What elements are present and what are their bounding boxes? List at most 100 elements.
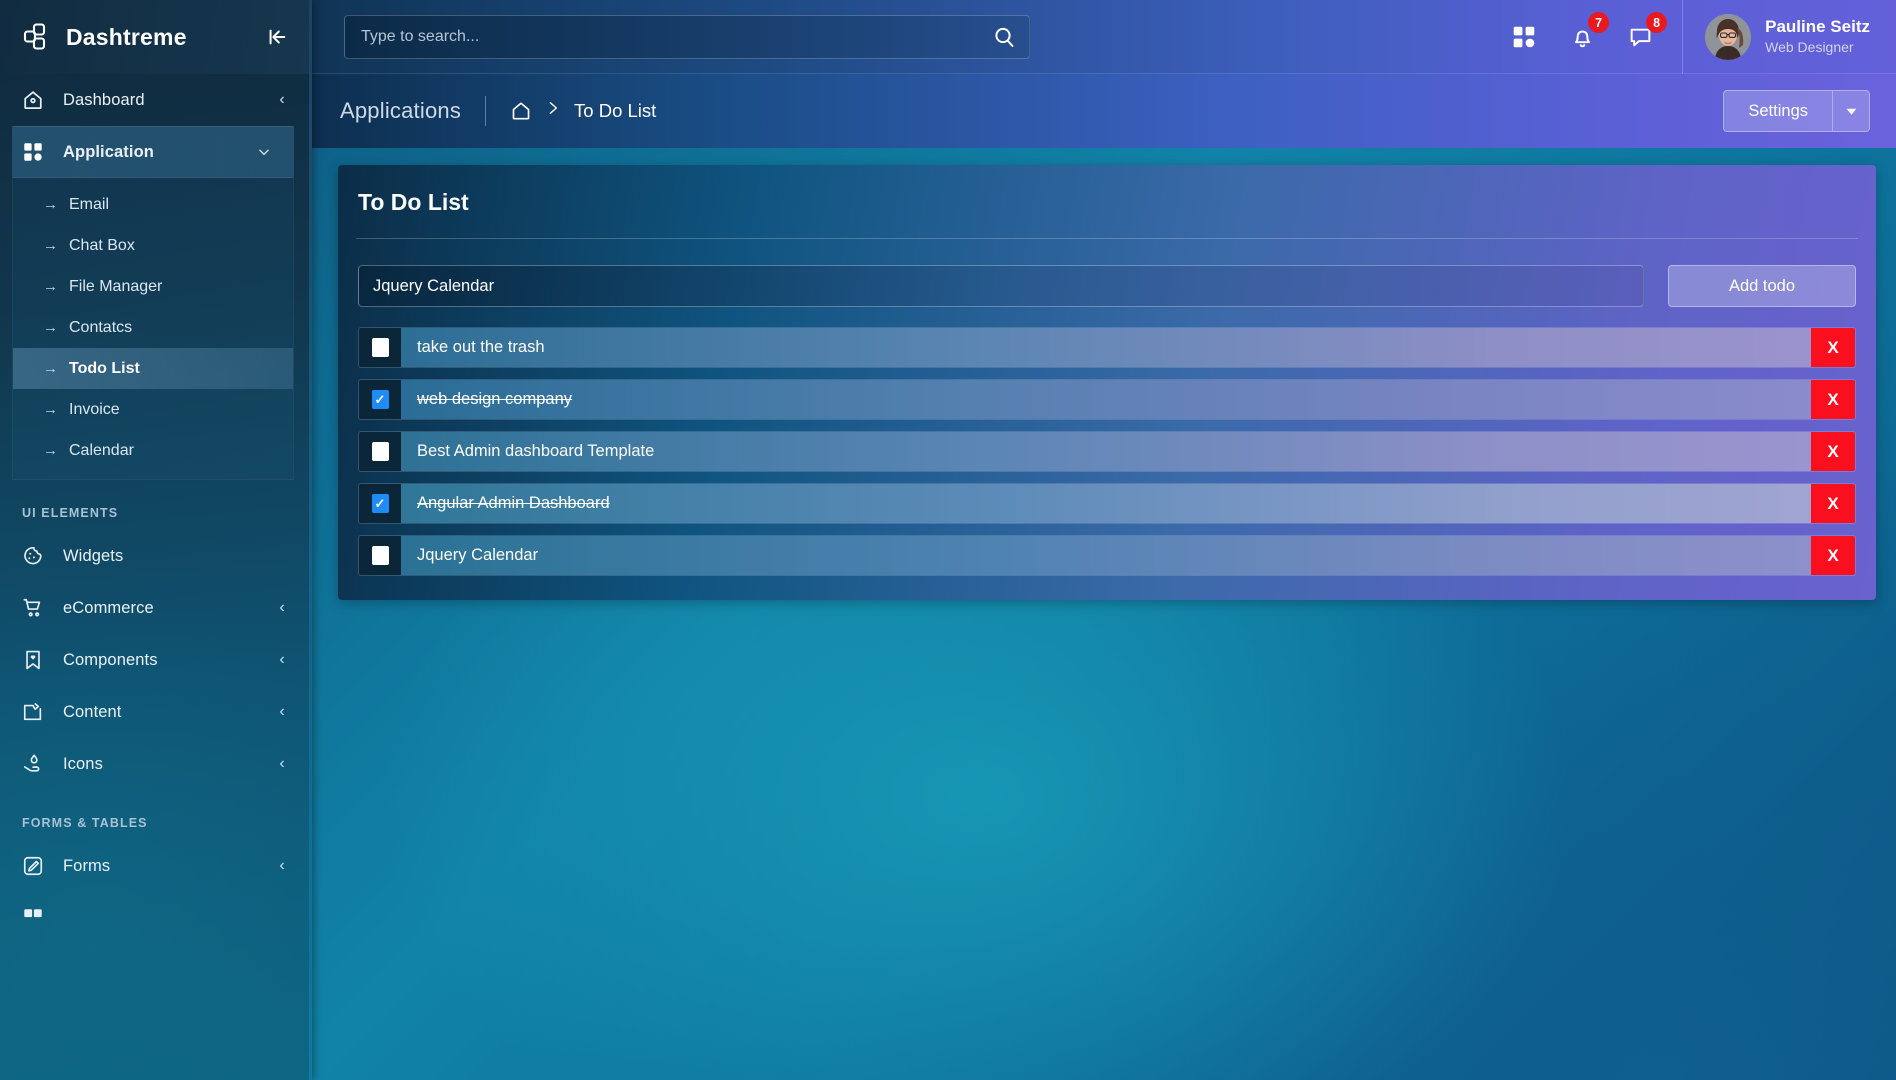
chevron-left-icon: ‹: [279, 703, 285, 720]
sidebar-subitem-label: Calendar: [69, 441, 134, 459]
page-title: Applications: [340, 98, 462, 123]
user-meta: Pauline Seitz Web Designer: [1765, 16, 1870, 58]
sidebar-item-content[interactable]: Content ‹: [0, 686, 312, 738]
todo-text: web design company: [417, 390, 573, 408]
chevron-right-icon: [545, 98, 561, 124]
todo-checkbox[interactable]: [371, 338, 389, 357]
todo-checkbox[interactable]: [371, 546, 389, 565]
todo-add-form: Add todo: [338, 239, 1876, 307]
todo-delete-button[interactable]: X: [1811, 536, 1855, 575]
search-input[interactable]: [345, 16, 979, 58]
todo-checkbox[interactable]: [371, 442, 389, 461]
user-profile[interactable]: Pauline Seitz Web Designer: [1683, 0, 1896, 74]
pencil-square-icon: [22, 855, 50, 877]
search-bar[interactable]: [344, 15, 1030, 59]
sidebar-subitem-contacts[interactable]: → Contatcs: [13, 307, 293, 348]
breadcrumb-divider: [485, 96, 487, 126]
grid-apps-icon: [22, 141, 50, 163]
arrow-right-icon: →: [43, 278, 58, 295]
chevron-left-icon: ‹: [279, 755, 285, 772]
todo-delete-button[interactable]: X: [1811, 328, 1855, 367]
sidebar-nav: Dashboard ‹ Application → Email → Chat B…: [0, 74, 312, 1080]
todo-input[interactable]: [358, 265, 1644, 307]
sidebar-subitem-label: Email: [69, 195, 110, 213]
todo-delete-button[interactable]: X: [1811, 484, 1855, 523]
sidebar-item-label: Icons: [63, 754, 103, 773]
sidebar-subitem-calendar[interactable]: → Calendar: [13, 430, 293, 471]
main-area: 7 8: [312, 0, 1896, 1080]
breadcrumb-bar: Applications To Do List Settings: [312, 74, 1896, 148]
todo-delete-button[interactable]: X: [1811, 432, 1855, 471]
bell-badge: 7: [1588, 12, 1610, 33]
app-root: Dashtreme Dashboard ‹ Application → Emai…: [0, 0, 1896, 1080]
sidebar-subitem-label: Contatcs: [69, 318, 133, 336]
home-icon[interactable]: [510, 100, 532, 122]
todo-card-title: To Do List: [356, 165, 1858, 239]
bell-icon[interactable]: 7: [1566, 12, 1610, 53]
user-avatar: [1705, 14, 1752, 60]
sidebar-item-dashboard[interactable]: Dashboard ‹: [0, 74, 312, 126]
todo-delete-button[interactable]: X: [1811, 380, 1855, 419]
todo-checkbox-cell[interactable]: [359, 536, 401, 575]
grid-apps-icon[interactable]: [1508, 21, 1540, 53]
todo-label-cell[interactable]: Best Admin dashboard Template: [401, 432, 1811, 471]
arrow-right-icon: →: [43, 401, 58, 418]
message-icon[interactable]: 8: [1624, 12, 1668, 53]
todo-label-cell[interactable]: Jquery Calendar: [401, 536, 1811, 575]
search-icon[interactable]: [979, 16, 1029, 58]
arrow-right-icon: →: [43, 442, 58, 459]
sidebar-item-tables-partial[interactable]: [0, 892, 312, 944]
todo-checkbox-cell[interactable]: ✓: [359, 484, 401, 523]
message-badge: 8: [1646, 12, 1668, 33]
todo-row: take out the trash X: [358, 327, 1856, 368]
sidebar-item-forms[interactable]: Forms ‹: [0, 840, 312, 892]
chevron-left-icon: ‹: [279, 599, 285, 616]
content-folder-icon: [22, 701, 50, 723]
arrow-right-icon: →: [43, 319, 58, 336]
sidebar-item-application[interactable]: Application: [12, 126, 294, 178]
todo-checkbox-cell[interactable]: [359, 328, 401, 367]
sidebar-item-components[interactable]: Components ‹: [0, 634, 312, 686]
todo-text: take out the trash: [417, 338, 545, 356]
sidebar: Dashtreme Dashboard ‹ Application → Emai…: [0, 0, 312, 1080]
settings-button[interactable]: Settings: [1723, 90, 1832, 132]
todo-checkbox-cell[interactable]: [359, 432, 401, 471]
sidebar-item-widgets[interactable]: Widgets: [0, 530, 312, 582]
brand-name: Dashtreme: [66, 23, 187, 50]
todo-text: Angular Admin Dashboard: [417, 494, 610, 512]
hand-drop-icon: [22, 753, 50, 775]
sidebar-section-forms-tables: FORMS & TABLES: [22, 816, 148, 830]
sidebar-item-label: Content: [63, 702, 122, 721]
todo-checkbox[interactable]: ✓: [371, 494, 389, 513]
header-icon-group: 7 8: [1508, 12, 1682, 53]
todo-label-cell[interactable]: Angular Admin Dashboard: [401, 484, 1811, 523]
sidebar-item-icons[interactable]: Icons ‹: [0, 738, 312, 790]
sidebar-section-ui-elements: UI ELEMENTS: [22, 506, 119, 520]
sidebar-subitem-todo-list[interactable]: → Todo List: [13, 348, 293, 389]
sidebar-subitem-file-manager[interactable]: → File Manager: [13, 266, 293, 307]
sidebar-subitem-invoice[interactable]: → Invoice: [13, 389, 293, 430]
sidebar-subitem-label: Todo List: [69, 359, 140, 377]
brand-header: Dashtreme: [0, 0, 312, 74]
chevron-left-icon: ‹: [279, 91, 285, 108]
chevron-left-icon: ‹: [279, 651, 285, 668]
sidebar-item-ecommerce[interactable]: eCommerce ‹: [0, 582, 312, 634]
sidebar-subitem-chat-box[interactable]: → Chat Box: [13, 225, 293, 266]
sidebar-submenu-application: → Email → Chat Box → File Manager → Cont…: [12, 178, 294, 480]
todo-list: take out the trash X ✓ web design compan…: [338, 307, 1876, 576]
breadcrumb-current: To Do List: [574, 100, 657, 121]
todo-label-cell[interactable]: take out the trash: [401, 328, 1811, 367]
sidebar-item-label: Components: [63, 650, 158, 669]
sidebar-collapse-icon[interactable]: [262, 22, 292, 52]
chevron-down-icon[interactable]: [1832, 90, 1870, 132]
sidebar-subitem-email[interactable]: → Email: [13, 184, 293, 225]
todo-checkbox-cell[interactable]: ✓: [359, 380, 401, 419]
todo-label-cell[interactable]: web design company: [401, 380, 1811, 419]
top-header-bar: 7 8: [312, 0, 1896, 74]
settings-button-group: Settings: [1723, 90, 1870, 132]
todo-checkbox[interactable]: ✓: [371, 390, 389, 409]
add-todo-button[interactable]: Add todo: [1668, 265, 1856, 307]
sidebar-subitem-label: File Manager: [69, 277, 163, 295]
cookie-icon: [22, 545, 50, 567]
table-icon: [22, 907, 50, 929]
